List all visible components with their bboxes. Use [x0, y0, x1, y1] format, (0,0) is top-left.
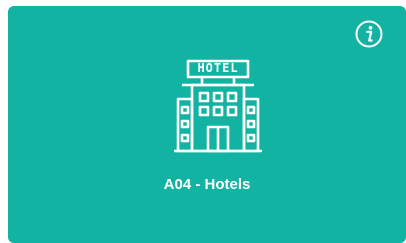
tile-title: A04 - Hotels [163, 176, 251, 193]
info-icon[interactable] [354, 19, 384, 49]
category-tile-hotels[interactable]: HOTEL A04 - Hotels [8, 6, 406, 243]
hotel-sign-text: HOTEL [197, 61, 239, 75]
